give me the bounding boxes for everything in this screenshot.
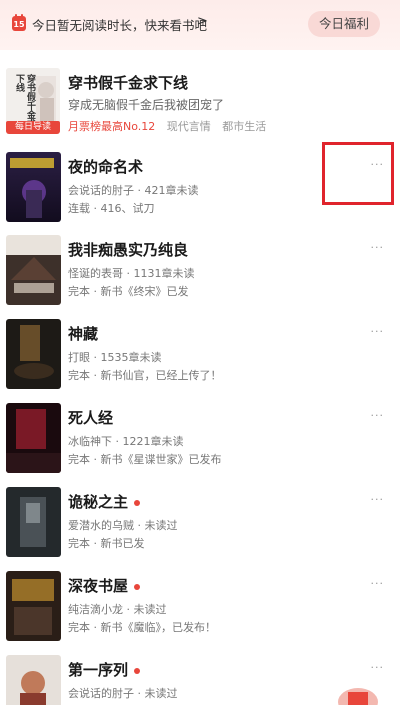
book-author-line: 纯洁滴小龙 · 未读过 [68,603,167,616]
book-subtitle: 穿成无脑假千金后我被团宠了 [68,98,225,112]
cover-art [6,152,61,222]
calendar-icon: 15 [12,14,26,31]
book-status-line: 完本 · 新书仙官，已经上传了！ [68,369,222,382]
book-cover[interactable]: 穿书假千金求下线 每日导读 [6,68,60,134]
book-list-item[interactable]: 神藏 打眼 · 1535章未读 完本 · 新书仙官，已经上传了！ ··· [0,315,400,397]
book-list-item[interactable]: 我非痴愚实乃纯良 怪诞的表哥 · 1131章未读 完本 · 新书《终宋》已发 ·… [0,231,400,313]
unread-dot [134,583,141,590]
rank-label: 月票榜最高No.12 [68,120,156,133]
book-title[interactable]: 深夜书屋 [68,575,141,596]
featured-book-item[interactable]: 穿书假千金求下线 每日导读 穿书假千金求下线 穿成无脑假千金后我被团宠了 月票榜… [0,62,400,142]
cover-art [6,655,61,705]
book-cover[interactable] [6,403,61,473]
cover-art [6,319,61,389]
more-icon[interactable]: ··· [371,241,385,254]
book-list-item[interactable]: 死人经 冰临神下 · 1221章未读 完本 · 新书《星谍世家》已发布 ··· [0,399,400,481]
daily-guide-badge: 每日导读 [6,121,60,134]
chevron-right-icon[interactable]: > [197,14,208,29]
book-title[interactable]: 穿书假千金求下线 [68,72,188,93]
more-icon[interactable]: ··· [371,661,385,674]
book-cover[interactable] [6,152,61,222]
book-title[interactable]: 神藏 [68,323,98,344]
book-list-item[interactable]: 诡秘之主 爱潜水的乌贼 · 未读过 完本 · 新书已发 ··· [0,483,400,565]
book-author-line: 爱潜水的乌贼 · 未读过 [68,519,178,532]
book-cover[interactable] [6,235,61,305]
book-status-line: 完本 · 新书已发 [68,537,145,550]
daily-welfare-button[interactable]: 今日福利 [308,11,380,37]
book-cover[interactable] [6,319,61,389]
cover-art [6,403,61,473]
book-author-line: 会说话的肘子 · 421章未读 [68,184,199,197]
book-title-text: 诡秘之主 [68,493,129,511]
book-status-line: 连载 · 416、试刀 [68,202,155,215]
book-title[interactable]: 我非痴愚实乃纯良 [68,239,188,260]
cover-art [6,235,61,305]
book-author-line: 冰临神下 · 1221章未读 [68,435,184,448]
unread-dot [134,499,141,506]
book-status-line: 完本 · 新书《终宋》已发 [68,285,189,298]
book-title[interactable]: 诡秘之主 [68,491,141,512]
book-list-item[interactable]: 深夜书屋 纯洁滴小龙 · 未读过 完本 · 新书《魔临》，已发布！ ··· [0,567,400,649]
book-cover[interactable] [6,655,61,705]
book-author-line: 打眼 · 1535章未读 [68,351,162,364]
book-status-line: 完本 · 新书《星谍世家》已发布 [68,453,222,466]
book-title[interactable]: 夜的命名术 [68,156,143,177]
book-title-text: 第一序列 [68,661,129,679]
more-icon[interactable]: ··· [371,493,385,506]
highlight-box [322,142,394,205]
book-title[interactable]: 第一序列 [68,659,141,680]
unread-dot [134,667,141,674]
book-meta: 月票榜最高No.12 现代言情 都市生活 [68,118,266,134]
book-title-text: 深夜书屋 [68,577,129,595]
more-icon[interactable]: ··· [371,325,385,338]
genre-tag[interactable]: 都市生活 [222,120,266,133]
more-icon[interactable]: ··· [371,577,385,590]
cover-art [6,487,61,557]
book-author-line: 怪诞的表哥 · 1131章未读 [68,267,195,280]
banner-text[interactable]: 今日暂无阅读时长，快来看书吧 [32,15,207,34]
book-cover[interactable] [6,487,61,557]
floating-gift-icon[interactable] [336,680,380,705]
cover-art [6,571,61,641]
more-icon[interactable]: ··· [371,409,385,422]
reading-banner[interactable]: 15 今日暂无阅读时长，快来看书吧 > 今日福利 [0,0,400,50]
book-author-line: 会说话的肘子 · 未读过 [68,687,178,700]
book-cover[interactable] [6,571,61,641]
book-status-line: 完本 · 新书《魔临》，已发布！ [68,621,216,634]
genre-tag[interactable]: 现代言情 [167,120,211,133]
book-title[interactable]: 死人经 [68,407,113,428]
